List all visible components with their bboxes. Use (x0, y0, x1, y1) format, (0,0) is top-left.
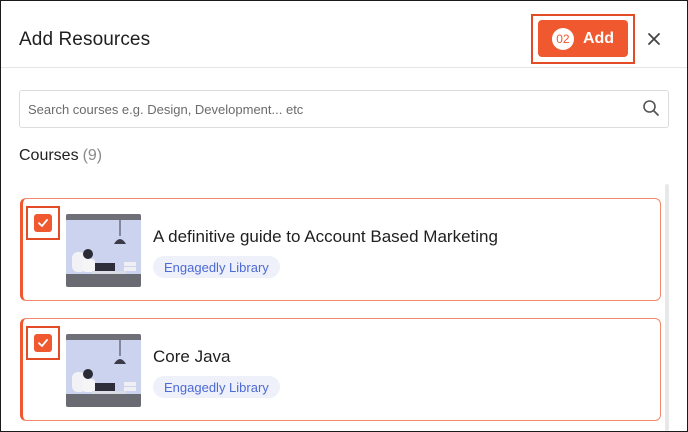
course-thumbnail (66, 334, 141, 407)
search-icon[interactable] (642, 99, 660, 117)
close-button[interactable] (644, 29, 664, 49)
close-icon (648, 33, 660, 45)
course-checkbox[interactable] (34, 214, 52, 232)
check-icon (38, 219, 48, 227)
library-tag: Engagedly Library (153, 376, 280, 398)
course-checkbox[interactable] (34, 334, 52, 352)
selected-count-badge: 02 (551, 27, 574, 50)
search-input[interactable] (20, 92, 628, 126)
add-resources-modal: Add Resources 02 Add Courses(9) (0, 0, 688, 432)
courses-heading-label: Courses (19, 147, 79, 164)
modal-header: Add Resources 02 Add (1, 1, 687, 68)
add-button[interactable]: 02 Add (538, 20, 628, 57)
courses-heading: Courses (9) (19, 147, 102, 165)
course-thumbnail (66, 214, 141, 287)
course-illustration (66, 214, 141, 287)
check-icon (38, 339, 48, 347)
add-button-label: Add (582, 29, 615, 47)
courses-count: (9) (82, 147, 103, 164)
search-field (19, 90, 669, 128)
course-title[interactable]: Core Java (153, 347, 230, 367)
modal-title: Add Resources (19, 29, 151, 50)
list-scrollbar[interactable] (665, 184, 669, 431)
library-tag: Engagedly Library (153, 256, 280, 278)
course-title[interactable]: A definitive guide to Account Based Mark… (153, 227, 498, 247)
course-illustration (66, 334, 141, 407)
